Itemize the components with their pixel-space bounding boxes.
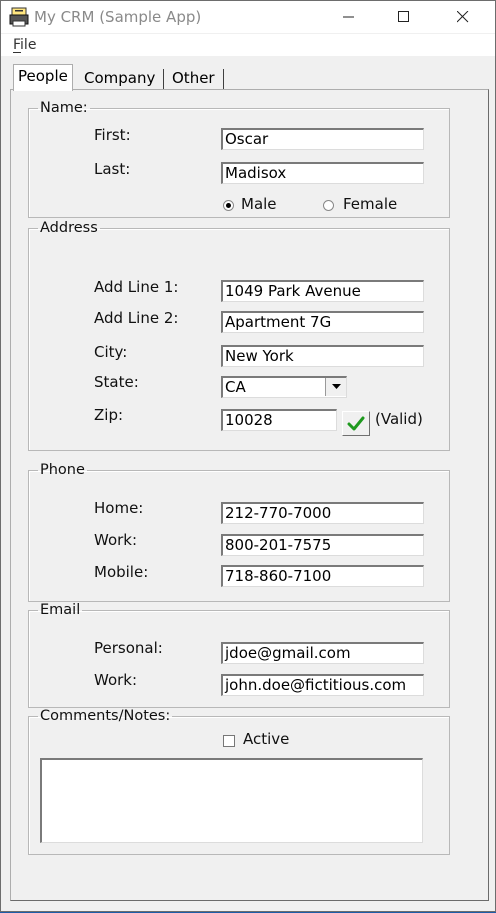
maximize-button[interactable] xyxy=(381,1,427,33)
validate-zip-button[interactable] xyxy=(342,411,370,436)
address-line2-label: Add Line 2: xyxy=(94,309,179,327)
female-radio[interactable] xyxy=(323,200,334,211)
tab-company[interactable]: Company xyxy=(80,67,159,89)
menu-bar: File xyxy=(1,34,495,56)
window-title: My CRM (Sample App) xyxy=(34,8,202,26)
phone-group-legend: Phone xyxy=(40,462,85,478)
personal-email-label: Personal: xyxy=(94,639,163,657)
state-select-value: CA xyxy=(225,378,246,396)
home-phone-label: Home: xyxy=(94,499,144,517)
notes-group: Comments/Notes: Active xyxy=(28,708,450,855)
tab-people[interactable]: People xyxy=(13,64,73,91)
work-email-label: Work: xyxy=(94,671,138,689)
mobile-phone-label: Mobile: xyxy=(94,563,149,581)
name-group-legend: Name: xyxy=(40,100,88,116)
notes-textarea[interactable] xyxy=(40,758,423,843)
phone-group: Phone Home: 212-770-7000 Work: 800-201-7… xyxy=(28,462,450,602)
city-label: City: xyxy=(94,343,128,361)
minimize-icon xyxy=(343,16,354,18)
state-label: State: xyxy=(94,373,139,391)
address-line2-input[interactable]: Apartment 7G xyxy=(221,311,424,333)
people-tab-panel: Name: First: Oscar Last: Madisox Male Fe… xyxy=(10,89,489,901)
app-icon xyxy=(9,7,29,27)
zip-input[interactable]: 10028 xyxy=(221,409,337,431)
city-input[interactable]: New York xyxy=(221,345,424,367)
male-radio-label[interactable]: Male xyxy=(241,195,277,213)
zip-label: Zip: xyxy=(94,406,124,424)
first-name-input[interactable]: Oscar xyxy=(221,128,424,150)
first-name-label: First: xyxy=(94,126,131,144)
app-window: My CRM (Sample App) File People Company … xyxy=(0,0,496,912)
email-group: Email Personal: jdoe@gmail.com Work: joh… xyxy=(28,602,450,708)
menu-file[interactable]: File xyxy=(13,37,37,53)
tab-strip: People Company Other xyxy=(1,61,495,91)
state-select[interactable]: CA xyxy=(221,376,347,398)
home-phone-input[interactable]: 212-770-7000 xyxy=(221,502,424,524)
work-phone-label: Work: xyxy=(94,531,138,549)
menu-file-label: File xyxy=(13,37,37,53)
checkmark-icon xyxy=(347,416,365,430)
notes-group-legend: Comments/Notes: xyxy=(40,708,171,724)
tab-divider xyxy=(223,69,224,89)
radio-selected-dot xyxy=(226,203,231,208)
work-email-input[interactable]: john.doe@fictitious.com xyxy=(221,674,424,696)
tab-divider xyxy=(163,69,164,89)
active-checkbox[interactable] xyxy=(223,735,235,747)
email-group-legend: Email xyxy=(40,602,81,618)
address-line1-label: Add Line 1: xyxy=(94,278,179,296)
close-icon xyxy=(457,11,469,23)
last-name-label: Last: xyxy=(94,160,131,178)
zip-status-text: (Valid) xyxy=(375,410,423,428)
active-checkbox-label[interactable]: Active xyxy=(243,730,289,748)
title-bar[interactable]: My CRM (Sample App) xyxy=(1,1,495,33)
address-group: Address Add Line 1: 1049 Park Avenue Add… xyxy=(28,220,450,451)
last-name-input[interactable]: Madisox xyxy=(221,162,424,184)
address-line1-input[interactable]: 1049 Park Avenue xyxy=(221,280,424,302)
name-group: Name: First: Oscar Last: Madisox Male Fe… xyxy=(28,100,450,218)
address-group-legend: Address xyxy=(40,220,98,236)
maximize-icon xyxy=(398,11,409,22)
male-radio[interactable] xyxy=(223,200,234,211)
state-dropdown-button[interactable] xyxy=(325,378,346,396)
personal-email-input[interactable]: jdoe@gmail.com xyxy=(221,642,424,664)
tab-other[interactable]: Other xyxy=(168,67,219,89)
female-radio-label[interactable]: Female xyxy=(343,195,397,213)
chevron-down-icon xyxy=(331,384,341,389)
minimize-button[interactable] xyxy=(326,1,372,33)
close-button[interactable] xyxy=(440,1,486,33)
work-phone-input[interactable]: 800-201-7575 xyxy=(221,534,424,556)
mobile-phone-input[interactable]: 718-860-7100 xyxy=(221,565,424,587)
